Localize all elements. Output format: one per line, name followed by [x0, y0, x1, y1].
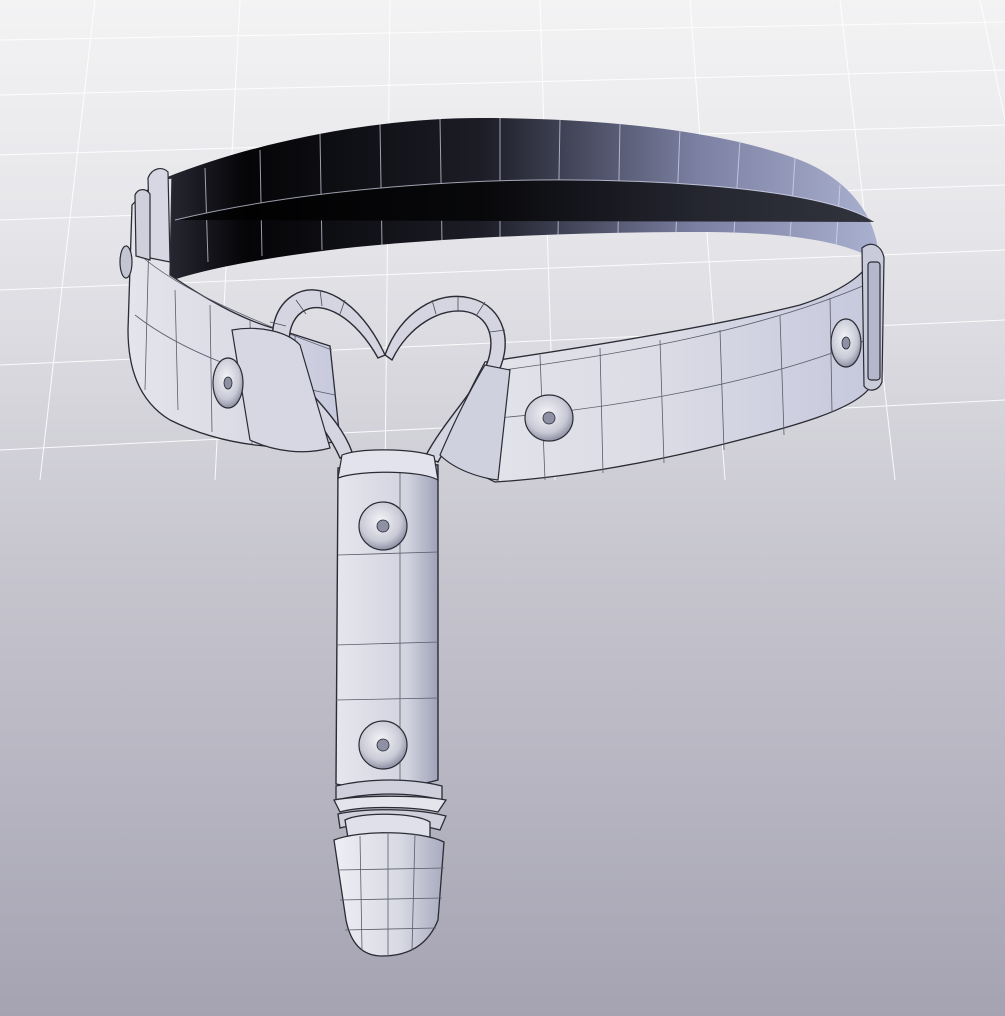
viewport-scene[interactable] — [0, 0, 1005, 1016]
rivet-right — [830, 318, 862, 368]
garter-clip — [333, 779, 448, 957]
rivet-center — [524, 394, 574, 442]
rivet-left — [212, 357, 244, 409]
rivet-strap-top — [358, 501, 408, 551]
collar-band-back — [160, 118, 878, 285]
3d-viewport[interactable] — [0, 0, 1005, 1016]
rivet-strap-bottom — [358, 720, 408, 770]
buckle-right — [861, 243, 885, 391]
